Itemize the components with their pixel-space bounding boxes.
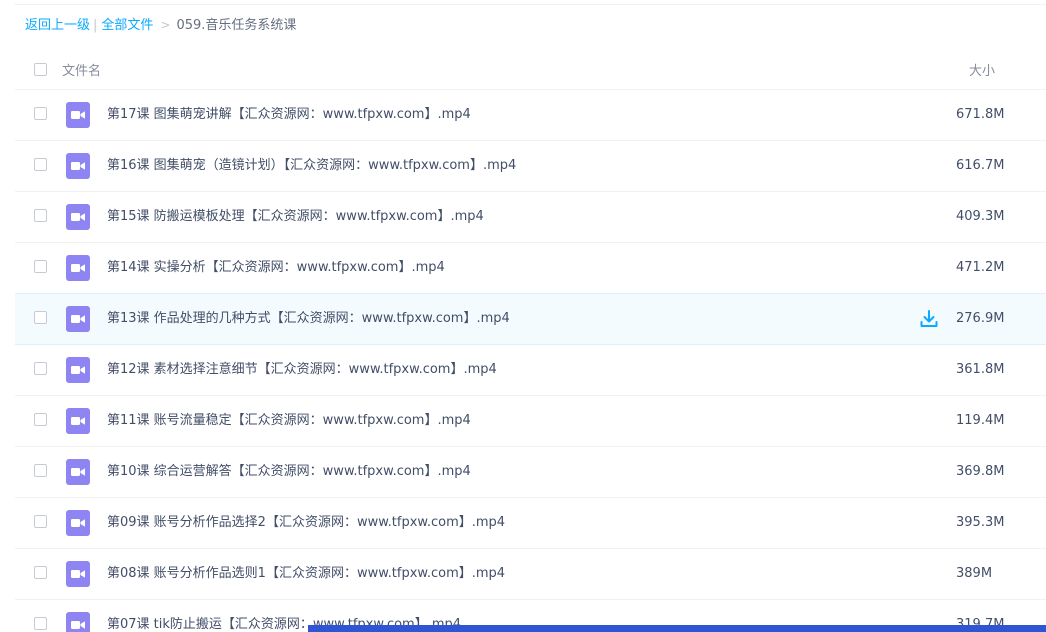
row-checkbox[interactable] bbox=[34, 158, 47, 171]
video-file-icon bbox=[66, 561, 90, 587]
file-row[interactable]: 第13课 作品处理的几种方式【汇众资源网：www.tfpxw.com】.mp4 2… bbox=[15, 293, 1046, 345]
file-browser: 返回上一级 | 全部文件 >059.音乐任务系统课 文件名 大小 第17课 图集萌宠讲… bbox=[0, 0, 1046, 632]
file-row[interactable]: 第15课 防搬运模板处理【汇众资源网：www.tfpxw.com】.mp4 409… bbox=[15, 192, 1046, 243]
row-checkbox[interactable] bbox=[34, 209, 47, 222]
video-file-icon bbox=[66, 102, 90, 128]
video-file-icon bbox=[66, 153, 90, 179]
file-name[interactable]: 第17课 图集萌宠讲解【汇众资源网：www.tfpxw.com】.mp4 bbox=[107, 106, 471, 124]
video-file-icon bbox=[66, 357, 90, 383]
file-name[interactable]: 第08课 账号分析作品选则1【汇众资源网：www.tfpxw.com】.mp4 bbox=[107, 565, 505, 583]
video-file-icon bbox=[66, 408, 90, 434]
file-name[interactable]: 第15课 防搬运模板处理【汇众资源网：www.tfpxw.com】.mp4 bbox=[107, 208, 484, 226]
file-size: 671.8M bbox=[956, 107, 1005, 122]
breadcrumb-separator: | bbox=[93, 18, 98, 33]
bottom-progress-bar bbox=[308, 625, 1046, 632]
row-checkbox[interactable] bbox=[34, 566, 47, 579]
file-size: 395.3M bbox=[956, 515, 1005, 530]
video-file-icon bbox=[66, 459, 90, 485]
row-checkbox[interactable] bbox=[34, 362, 47, 375]
file-name[interactable]: 第11课 账号流量稳定【汇众资源网：www.tfpxw.com】.mp4 bbox=[107, 412, 471, 430]
file-row[interactable]: 第09课 账号分析作品选择2【汇众资源网：www.tfpxw.com】.mp4 3… bbox=[15, 498, 1046, 549]
breadcrumb: 返回上一级 | 全部文件 >059.音乐任务系统课 bbox=[25, 16, 296, 35]
video-file-icon bbox=[66, 204, 90, 230]
list-header: 文件名 大小 bbox=[15, 50, 1046, 90]
breadcrumb-arrow: > bbox=[160, 18, 171, 32]
select-all-checkbox[interactable] bbox=[34, 63, 47, 76]
file-size: 369.8M bbox=[956, 464, 1005, 479]
video-file-icon bbox=[66, 612, 90, 632]
download-icon[interactable] bbox=[919, 309, 939, 329]
video-file-icon bbox=[66, 255, 90, 281]
row-checkbox[interactable] bbox=[34, 515, 47, 528]
top-divider bbox=[14, 4, 1046, 5]
file-size: 276.9M bbox=[956, 311, 1005, 326]
file-name[interactable]: 第13课 作品处理的几种方式【汇众资源网：www.tfpxw.com】.mp4 bbox=[107, 310, 510, 328]
file-size: 389M bbox=[956, 566, 993, 581]
row-checkbox[interactable] bbox=[34, 311, 47, 324]
row-checkbox[interactable] bbox=[34, 617, 47, 630]
video-file-icon bbox=[66, 306, 90, 332]
row-checkbox[interactable] bbox=[34, 260, 47, 273]
current-folder: 059.音乐任务系统课 bbox=[176, 18, 297, 33]
file-rows: 第17课 图集萌宠讲解【汇众资源网：www.tfpxw.com】.mp4 671.… bbox=[15, 90, 1046, 632]
row-checkbox[interactable] bbox=[34, 464, 47, 477]
file-row[interactable]: 第14课 实操分析【汇众资源网：www.tfpxw.com】.mp4 471.2M bbox=[15, 243, 1046, 294]
row-checkbox[interactable] bbox=[34, 107, 47, 120]
file-size: 361.8M bbox=[956, 362, 1005, 377]
file-size: 471.2M bbox=[956, 260, 1005, 275]
file-name[interactable]: 第09课 账号分析作品选择2【汇众资源网：www.tfpxw.com】.mp4 bbox=[107, 514, 505, 532]
file-list: 文件名 大小 第17课 图集萌宠讲解【汇众资源网：www.tfpxw.com】.… bbox=[15, 50, 1046, 632]
size-column-header[interactable]: 大小 bbox=[969, 60, 995, 79]
file-name[interactable]: 第16课 图集萌宠（造镜计划）【汇众资源网：www.tfpxw.com】.mp4 bbox=[107, 157, 516, 175]
file-row[interactable]: 第08课 账号分析作品选则1【汇众资源网：www.tfpxw.com】.mp4 3… bbox=[15, 549, 1046, 600]
file-size: 616.7M bbox=[956, 158, 1005, 173]
file-size: 119.4M bbox=[956, 413, 1005, 428]
file-row[interactable]: 第16课 图集萌宠（造镜计划）【汇众资源网：www.tfpxw.com】.mp4… bbox=[15, 141, 1046, 192]
all-files-link[interactable]: 全部文件 bbox=[101, 18, 153, 33]
file-row[interactable]: 第12课 素材选择注意细节【汇众资源网：www.tfpxw.com】.mp4 36… bbox=[15, 345, 1046, 396]
name-column-header[interactable]: 文件名 bbox=[62, 60, 101, 79]
row-checkbox[interactable] bbox=[34, 413, 47, 426]
file-name[interactable]: 第10课 综合运营解答【汇众资源网：www.tfpxw.com】.mp4 bbox=[107, 463, 471, 481]
file-name[interactable]: 第12课 素材选择注意细节【汇众资源网：www.tfpxw.com】.mp4 bbox=[107, 361, 497, 379]
file-row[interactable]: 第11课 账号流量稳定【汇众资源网：www.tfpxw.com】.mp4 119.… bbox=[15, 396, 1046, 447]
file-row[interactable]: 第17课 图集萌宠讲解【汇众资源网：www.tfpxw.com】.mp4 671.… bbox=[15, 90, 1046, 141]
back-link[interactable]: 返回上一级 bbox=[25, 18, 90, 33]
file-name[interactable]: 第14课 实操分析【汇众资源网：www.tfpxw.com】.mp4 bbox=[107, 259, 445, 277]
file-size: 409.3M bbox=[956, 209, 1005, 224]
file-row[interactable]: 第10课 综合运营解答【汇众资源网：www.tfpxw.com】.mp4 369.… bbox=[15, 447, 1046, 498]
video-file-icon bbox=[66, 510, 90, 536]
